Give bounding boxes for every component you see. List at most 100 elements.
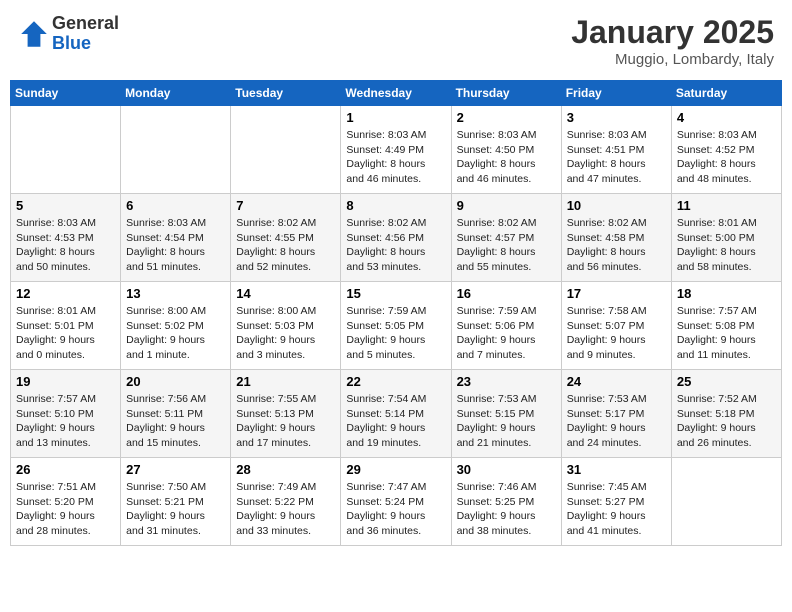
calendar-day-cell: 17 Sunrise: 7:58 AM Sunset: 5:07 PM Dayli… bbox=[561, 282, 671, 370]
day-info: Sunrise: 8:02 AM Sunset: 4:56 PM Dayligh… bbox=[346, 216, 445, 275]
day-info: Sunrise: 7:49 AM Sunset: 5:22 PM Dayligh… bbox=[236, 480, 335, 539]
calendar-day-cell bbox=[231, 106, 341, 194]
calendar-day-cell: 12 Sunrise: 8:01 AM Sunset: 5:01 PM Dayli… bbox=[11, 282, 121, 370]
calendar-day-cell: 16 Sunrise: 7:59 AM Sunset: 5:06 PM Dayli… bbox=[451, 282, 561, 370]
day-number: 19 bbox=[16, 374, 115, 389]
day-info: Sunrise: 7:57 AM Sunset: 5:10 PM Dayligh… bbox=[16, 392, 115, 451]
calendar-week-row: 1 Sunrise: 8:03 AM Sunset: 4:49 PM Daylig… bbox=[11, 106, 782, 194]
weekday-header: Friday bbox=[561, 81, 671, 106]
calendar-day-cell: 29Sunrise: 7:47 AM Sunset: 5:24 PM Dayli… bbox=[341, 458, 451, 546]
day-number: 7 bbox=[236, 198, 335, 213]
location: Muggio, Lombardy, Italy bbox=[571, 51, 774, 68]
day-info: Sunrise: 8:02 AM Sunset: 4:58 PM Dayligh… bbox=[567, 216, 666, 275]
day-info: Sunrise: 8:00 AM Sunset: 5:02 PM Dayligh… bbox=[126, 304, 225, 363]
day-number: 23 bbox=[457, 374, 556, 389]
calendar-day-cell: 15 Sunrise: 7:59 AM Sunset: 5:05 PM Dayli… bbox=[341, 282, 451, 370]
logo: General Blue bbox=[18, 14, 119, 54]
day-number: 18 bbox=[677, 286, 776, 301]
day-number: 20 bbox=[126, 374, 225, 389]
day-info: Sunrise: 7:55 AM Sunset: 5:13 PM Dayligh… bbox=[236, 392, 335, 451]
calendar-day-cell: 20 Sunrise: 7:56 AM Sunset: 5:11 PM Dayli… bbox=[121, 370, 231, 458]
calendar-day-cell: 18 Sunrise: 7:57 AM Sunset: 5:08 PM Dayli… bbox=[671, 282, 781, 370]
day-number: 26 bbox=[16, 462, 115, 477]
weekday-row: SundayMondayTuesdayWednesdayThursdayFrid… bbox=[11, 81, 782, 106]
day-number: 13 bbox=[126, 286, 225, 301]
calendar-day-cell: 2Sunrise: 8:03 AM Sunset: 4:50 PM Daylig… bbox=[451, 106, 561, 194]
calendar-day-cell: 28 Sunrise: 7:49 AM Sunset: 5:22 PM Dayli… bbox=[231, 458, 341, 546]
logo-blue: Blue bbox=[52, 34, 119, 54]
weekday-header: Saturday bbox=[671, 81, 781, 106]
calendar-day-cell: 21 Sunrise: 7:55 AM Sunset: 5:13 PM Dayli… bbox=[231, 370, 341, 458]
calendar-day-cell: 25Sunrise: 7:52 AM Sunset: 5:18 PM Dayli… bbox=[671, 370, 781, 458]
calendar-day-cell: 19 Sunrise: 7:57 AM Sunset: 5:10 PM Dayli… bbox=[11, 370, 121, 458]
weekday-header: Thursday bbox=[451, 81, 561, 106]
day-info: Sunrise: 8:02 AM Sunset: 4:55 PM Dayligh… bbox=[236, 216, 335, 275]
day-number: 22 bbox=[346, 374, 445, 389]
day-number: 10 bbox=[567, 198, 666, 213]
weekday-header: Monday bbox=[121, 81, 231, 106]
calendar-day-cell bbox=[671, 458, 781, 546]
day-info: Sunrise: 7:45 AM Sunset: 5:27 PM Dayligh… bbox=[567, 480, 666, 539]
calendar-week-row: 5Sunrise: 8:03 AM Sunset: 4:53 PM Daylig… bbox=[11, 194, 782, 282]
day-number: 27 bbox=[126, 462, 225, 477]
calendar-day-cell: 1 Sunrise: 8:03 AM Sunset: 4:49 PM Daylig… bbox=[341, 106, 451, 194]
weekday-header: Sunday bbox=[11, 81, 121, 106]
calendar-body: 1 Sunrise: 8:03 AM Sunset: 4:49 PM Daylig… bbox=[11, 106, 782, 546]
day-number: 15 bbox=[346, 286, 445, 301]
day-number: 6 bbox=[126, 198, 225, 213]
day-info: Sunrise: 8:03 AM Sunset: 4:53 PM Dayligh… bbox=[16, 216, 115, 275]
calendar-day-cell: 8Sunrise: 8:02 AM Sunset: 4:56 PM Daylig… bbox=[341, 194, 451, 282]
day-info: Sunrise: 8:03 AM Sunset: 4:49 PM Dayligh… bbox=[346, 128, 445, 187]
day-number: 3 bbox=[567, 110, 666, 125]
calendar-day-cell: 9Sunrise: 8:02 AM Sunset: 4:57 PM Daylig… bbox=[451, 194, 561, 282]
calendar-day-cell: 22Sunrise: 7:54 AM Sunset: 5:14 PM Dayli… bbox=[341, 370, 451, 458]
day-number: 11 bbox=[677, 198, 776, 213]
day-number: 31 bbox=[567, 462, 666, 477]
day-number: 17 bbox=[567, 286, 666, 301]
day-number: 30 bbox=[457, 462, 556, 477]
day-number: 25 bbox=[677, 374, 776, 389]
day-info: Sunrise: 7:56 AM Sunset: 5:11 PM Dayligh… bbox=[126, 392, 225, 451]
day-number: 14 bbox=[236, 286, 335, 301]
day-info: Sunrise: 7:59 AM Sunset: 5:05 PM Dayligh… bbox=[346, 304, 445, 363]
calendar-day-cell: 31 Sunrise: 7:45 AM Sunset: 5:27 PM Dayli… bbox=[561, 458, 671, 546]
day-number: 4 bbox=[677, 110, 776, 125]
calendar-day-cell bbox=[11, 106, 121, 194]
day-number: 12 bbox=[16, 286, 115, 301]
calendar-day-cell: 3Sunrise: 8:03 AM Sunset: 4:51 PM Daylig… bbox=[561, 106, 671, 194]
day-info: Sunrise: 7:59 AM Sunset: 5:06 PM Dayligh… bbox=[457, 304, 556, 363]
calendar-day-cell: 23Sunrise: 7:53 AM Sunset: 5:15 PM Dayli… bbox=[451, 370, 561, 458]
weekday-header: Tuesday bbox=[231, 81, 341, 106]
day-number: 16 bbox=[457, 286, 556, 301]
calendar-day-cell: 7 Sunrise: 8:02 AM Sunset: 4:55 PM Daylig… bbox=[231, 194, 341, 282]
weekday-header: Wednesday bbox=[341, 81, 451, 106]
calendar-day-cell: 26 Sunrise: 7:51 AM Sunset: 5:20 PM Dayli… bbox=[11, 458, 121, 546]
logo-general: General bbox=[52, 14, 119, 34]
calendar-week-row: 26 Sunrise: 7:51 AM Sunset: 5:20 PM Dayli… bbox=[11, 458, 782, 546]
day-info: Sunrise: 7:57 AM Sunset: 5:08 PM Dayligh… bbox=[677, 304, 776, 363]
calendar-day-cell: 24Sunrise: 7:53 AM Sunset: 5:17 PM Dayli… bbox=[561, 370, 671, 458]
title-block: January 2025 Muggio, Lombardy, Italy bbox=[571, 14, 774, 68]
day-info: Sunrise: 7:58 AM Sunset: 5:07 PM Dayligh… bbox=[567, 304, 666, 363]
day-info: Sunrise: 8:03 AM Sunset: 4:52 PM Dayligh… bbox=[677, 128, 776, 187]
calendar-table: SundayMondayTuesdayWednesdayThursdayFrid… bbox=[10, 80, 782, 546]
day-number: 28 bbox=[236, 462, 335, 477]
day-info: Sunrise: 7:51 AM Sunset: 5:20 PM Dayligh… bbox=[16, 480, 115, 539]
day-info: Sunrise: 8:01 AM Sunset: 5:01 PM Dayligh… bbox=[16, 304, 115, 363]
logo-text: General Blue bbox=[52, 14, 119, 54]
day-info: Sunrise: 8:01 AM Sunset: 5:00 PM Dayligh… bbox=[677, 216, 776, 275]
calendar-day-cell: 4 Sunrise: 8:03 AM Sunset: 4:52 PM Daylig… bbox=[671, 106, 781, 194]
logo-icon bbox=[18, 18, 50, 50]
calendar-day-cell: 14Sunrise: 8:00 AM Sunset: 5:03 PM Dayli… bbox=[231, 282, 341, 370]
day-info: Sunrise: 8:03 AM Sunset: 4:54 PM Dayligh… bbox=[126, 216, 225, 275]
day-number: 21 bbox=[236, 374, 335, 389]
day-number: 29 bbox=[346, 462, 445, 477]
day-info: Sunrise: 7:50 AM Sunset: 5:21 PM Dayligh… bbox=[126, 480, 225, 539]
calendar-day-cell: 13 Sunrise: 8:00 AM Sunset: 5:02 PM Dayli… bbox=[121, 282, 231, 370]
calendar-day-cell bbox=[121, 106, 231, 194]
day-number: 1 bbox=[346, 110, 445, 125]
calendar-day-cell: 6 Sunrise: 8:03 AM Sunset: 4:54 PM Daylig… bbox=[121, 194, 231, 282]
day-info: Sunrise: 8:03 AM Sunset: 4:50 PM Dayligh… bbox=[457, 128, 556, 187]
page-header: General Blue January 2025 Muggio, Lombar… bbox=[10, 10, 782, 72]
calendar-day-cell: 27 Sunrise: 7:50 AM Sunset: 5:21 PM Dayli… bbox=[121, 458, 231, 546]
